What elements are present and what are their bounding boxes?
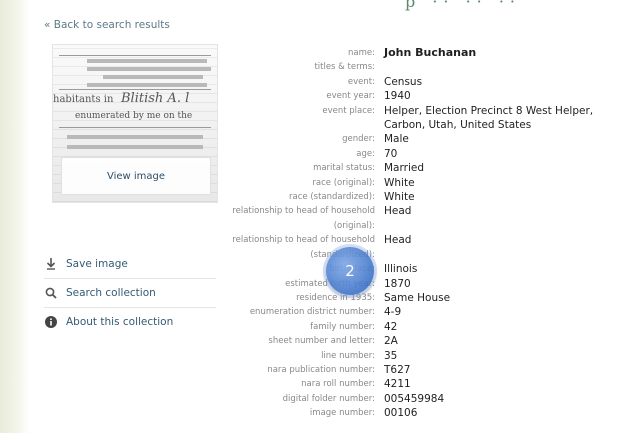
record-key: digital folder number:	[282, 393, 375, 404]
record-value: Illinois	[384, 263, 418, 276]
record-key: event year:	[326, 91, 375, 102]
record-row: name: John Buchanan	[230, 46, 630, 60]
record-value: Male	[384, 133, 409, 146]
record-value: Census	[384, 75, 423, 88]
record-key: event:	[347, 76, 375, 87]
record-key: marital status:	[313, 163, 375, 174]
search-icon	[44, 286, 58, 300]
record-row: residence in 1935: Same House	[230, 291, 630, 305]
thumbnail-rule	[59, 89, 211, 90]
save-image-label: Save image	[66, 258, 128, 270]
record-value: Head	[384, 205, 412, 218]
touch-indicator-label: 2	[345, 262, 355, 280]
record-key: relationship to head of household (origi…	[232, 206, 375, 231]
record-row: event: Census	[230, 75, 630, 89]
record-key: event place:	[322, 105, 375, 116]
save-image-button[interactable]: Save image	[44, 250, 216, 279]
record-value: T627	[384, 363, 411, 376]
record-key: name:	[348, 48, 375, 58]
thumbnail-rule	[59, 55, 211, 56]
record-value: Head	[384, 234, 412, 247]
thumbnail-text-bar	[87, 67, 211, 71]
record-key: family number:	[310, 321, 375, 332]
record-key: nara roll number:	[301, 379, 375, 390]
record-value: White	[384, 191, 415, 204]
record-key: gender:	[342, 134, 375, 145]
record-key: age:	[356, 148, 375, 159]
record-row: nara roll number: 4211	[230, 377, 630, 391]
thumbnail-rule	[59, 127, 211, 128]
record-row: birthplace:Illinois	[230, 262, 630, 276]
record-row: age: 70	[230, 147, 630, 161]
record-key: titles & terms:	[314, 62, 375, 73]
thumbnail-text-bar	[67, 145, 203, 149]
record-image-thumbnail[interactable]: habitants in Blitish A. l enumerated by …	[52, 44, 218, 203]
record-value: 4-9	[384, 306, 402, 319]
about-collection-button[interactable]: About this collection	[44, 308, 216, 336]
thumbnail-text-bar	[67, 135, 203, 139]
left-decorative-strip	[0, 0, 30, 433]
record-value: Married	[384, 162, 424, 175]
record-row: race (standardized): White	[230, 190, 630, 204]
thumbnail-handwriting: Blitish A. l	[121, 91, 190, 106]
thumbnail-text-bar	[87, 59, 207, 63]
touch-indicator: 2	[326, 247, 374, 295]
record-key: residence in 1935:	[296, 292, 375, 303]
record-row: titles & terms:	[230, 60, 630, 74]
thumbnail-label-inhabitants: habitants in	[53, 94, 114, 105]
record-row: digital folder number: 005459984	[230, 392, 630, 406]
record-row: estimated birth year:1870	[230, 277, 630, 291]
record-row: relationship to head of household (origi…	[230, 204, 630, 233]
record-value: 2A	[384, 335, 398, 348]
record-value: Helper, Election Precinct 8 West Helper,…	[384, 104, 594, 132]
record-key: sheet number and letter:	[268, 336, 375, 347]
record-value: 005459984	[384, 392, 445, 405]
record-row: event place: Helper, Election Precinct 8 …	[230, 104, 630, 133]
search-collection-label: Search collection	[66, 287, 156, 299]
record-row: family number: 42	[230, 320, 630, 334]
record-row: line number: 35	[230, 349, 630, 363]
record-value: 1940	[384, 90, 411, 103]
record-value: White	[384, 176, 415, 189]
record-row: nara publication number: T627	[230, 363, 630, 377]
record-row: gender: Male	[230, 132, 630, 146]
record-value: 42	[384, 320, 398, 333]
thumbnail-text-bar	[87, 83, 207, 87]
about-collection-label: About this collection	[66, 316, 174, 328]
record-value: Same House	[384, 291, 451, 304]
record-value: John Buchanan	[384, 46, 477, 59]
record-row: image number: 00106	[230, 406, 630, 420]
side-actions: Save image Search collection About this …	[44, 250, 216, 336]
thumbnail-text-bar	[103, 75, 203, 79]
record-row: sheet number and letter: 2A	[230, 334, 630, 348]
record-value: 00106	[384, 407, 418, 420]
record-value: 70	[384, 147, 398, 160]
view-image-button[interactable]: View image	[61, 157, 211, 195]
record-row: enumeration district number: 4-9	[230, 305, 630, 319]
search-collection-button[interactable]: Search collection	[44, 279, 216, 308]
info-icon	[44, 315, 58, 329]
download-icon	[44, 257, 58, 271]
record-key: image number:	[309, 408, 375, 419]
record-value: 35	[384, 349, 398, 362]
thumbnail-label-enumerated: enumerated by me on the	[75, 111, 193, 121]
back-to-results-link[interactable]: « Back to search results	[44, 19, 170, 31]
record-key: nara publication number:	[267, 364, 375, 375]
record-key: race (standardized):	[289, 192, 375, 203]
record-key: race (original):	[312, 177, 375, 188]
view-image-label: View image	[106, 170, 166, 182]
record-key: line number:	[321, 350, 375, 361]
record-value: 1870	[384, 277, 411, 290]
header-fragment: p ·· ·· ··	[405, 0, 522, 11]
record-key: enumeration district number:	[249, 307, 375, 318]
record-row: relationship to head of household (stand…	[230, 233, 630, 262]
record-row: marital status: Married	[230, 161, 630, 175]
record-row: event year: 1940	[230, 89, 630, 103]
record-value: 4211	[384, 378, 411, 391]
record-details: name: John Buchanan titles & terms: event…	[230, 46, 630, 421]
record-row: race (original): White	[230, 176, 630, 190]
